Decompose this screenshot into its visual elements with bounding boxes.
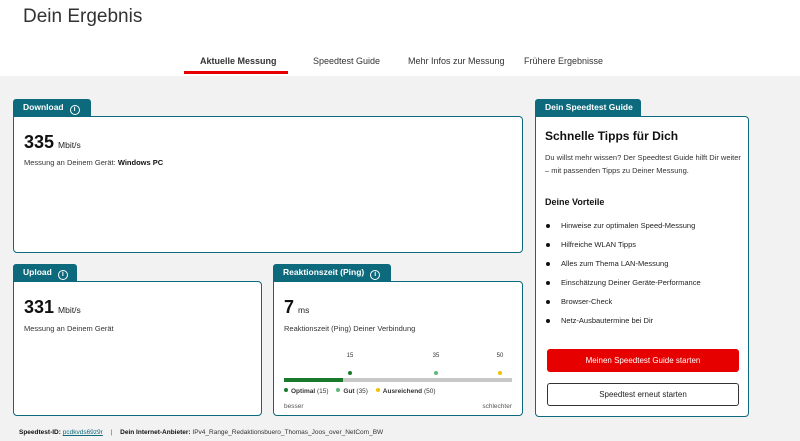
scale-worse-label: schlechter — [482, 403, 512, 410]
download-label: Download — [23, 102, 64, 112]
tab-mehr-infos[interactable]: Mehr Infos zur Messung — [408, 56, 505, 66]
active-tab-indicator — [184, 71, 288, 74]
upload-description: Messung an Deinem Gerät — [24, 324, 114, 333]
ping-card-tab: Reaktionszeit (Ping) i — [273, 264, 391, 281]
legend-item-ausreichend: Ausreichend (50) — [375, 388, 436, 395]
tab-bar: Aktuelle Messung Speedtest Guide Mehr In… — [0, 50, 800, 76]
ping-tick-label: 15 — [346, 353, 354, 359]
header: Dein Ergebnis Aktuelle Messung Speedtest… — [0, 0, 800, 76]
download-value: 335 — [24, 132, 55, 152]
ping-label: Reaktionszeit (Ping) — [283, 267, 365, 277]
speedtest-id-label: Speedtest-ID: — [19, 429, 61, 436]
ping-unit: ms — [298, 305, 310, 315]
ping-card: 7 ms Reaktionszeit (Ping) Deiner Verbindu… — [273, 281, 523, 416]
tick-dot-gut — [434, 371, 438, 375]
ping-tick-label: 50 — [496, 353, 504, 359]
provider-value: IPv4_Range_Redaktionsbuero_Thomas_Joos_o… — [192, 429, 384, 436]
ping-scale: 15 35 50 Optimal (15) Gut (35) Ausreiche… — [284, 353, 514, 426]
list-item: Hilfreiche WLAN Tipps — [545, 240, 745, 259]
tick-dot-ausreichend — [498, 371, 502, 375]
guide-card: Schnelle Tipps für Dich Du willst mehr w… — [535, 116, 749, 417]
tab-fruehere-ergebnisse[interactable]: Frühere Ergebnisse — [524, 56, 603, 66]
list-item: Einschätzung Deiner Geräte-Performance — [545, 278, 745, 297]
scale-better-label: besser — [284, 403, 304, 410]
info-icon[interactable]: i — [370, 270, 381, 280]
ping-value: 7 — [284, 297, 295, 317]
download-unit: Mbit/s — [58, 140, 81, 150]
tick-dot-optimal — [348, 371, 352, 375]
list-item: Hinweise zur optimalen Speed-Messung — [545, 221, 745, 240]
legend-range: (50) — [423, 388, 436, 395]
guide-advantages-title: Deine Vorteile — [545, 197, 605, 207]
legend-range: (35) — [356, 388, 368, 395]
guide-intro: Du willst mehr wissen? Der Speedtest Gui… — [545, 153, 741, 175]
ping-tick-label: 35 — [432, 353, 440, 359]
legend-name: Optimal — [291, 388, 316, 395]
download-description: Messung an Deinem Gerät: Windows PC — [24, 158, 163, 167]
upload-card: 331 Mbit/s Messung an Deinem Gerät — [13, 281, 262, 416]
guide-title: Schnelle Tipps für Dich — [545, 129, 679, 143]
list-item: Browser-Check — [545, 297, 745, 316]
info-icon[interactable]: i — [57, 270, 68, 280]
upload-value: 331 — [24, 297, 55, 317]
tab-speedtest-guide[interactable]: Speedtest Guide — [313, 56, 380, 66]
tab-aktuelle-messung[interactable]: Aktuelle Messung — [200, 56, 277, 66]
legend-item-gut: Gut (35) — [336, 388, 368, 395]
ping-description: Reaktionszeit (Ping) Deiner Verbindung — [284, 324, 416, 333]
guide-advantages-list: Hinweise zur optimalen Speed-Messung Hil… — [545, 221, 745, 335]
legend-range: (15) — [317, 388, 329, 395]
download-desc-prefix: Messung an Deinem Gerät: — [24, 158, 116, 167]
footer-separator: | — [110, 429, 113, 436]
download-device: Windows PC — [117, 158, 164, 167]
provider-label: Dein Internet-Anbieter: — [120, 429, 191, 436]
start-guide-button[interactable]: Meinen Speedtest Guide starten — [547, 349, 739, 372]
guide-card-tab: Dein Speedtest Guide — [535, 99, 641, 116]
ping-legend: Optimal (15) Gut (35) Ausreichend (50) — [284, 388, 442, 395]
list-item: Alles zum Thema LAN-Messung — [545, 259, 745, 278]
info-icon[interactable]: i — [69, 105, 80, 115]
legend-item-optimal: Optimal (15) — [284, 388, 329, 395]
download-card: 335 Mbit/s Messung an Deinem Gerät: Windo… — [13, 116, 523, 253]
upload-unit: Mbit/s — [58, 305, 81, 315]
speedtest-id-link[interactable]: pcdkvds69z9r — [63, 429, 103, 436]
legend-name: Ausreichend — [382, 388, 423, 395]
legend-name: Gut — [343, 388, 355, 395]
footer-info: Speedtest-ID: pcdkvds69z9r | Dein Intern… — [19, 429, 383, 436]
list-item: Netz-Ausbautermine bei Dir — [545, 316, 745, 335]
download-card-tab: Download i — [13, 99, 91, 116]
upload-card-tab: Upload i — [13, 264, 77, 281]
upload-label: Upload — [23, 267, 52, 277]
restart-speedtest-button[interactable]: Speedtest erneut starten — [547, 383, 739, 406]
page-title: Dein Ergebnis — [23, 6, 143, 27]
ping-bar-fill — [284, 378, 343, 382]
